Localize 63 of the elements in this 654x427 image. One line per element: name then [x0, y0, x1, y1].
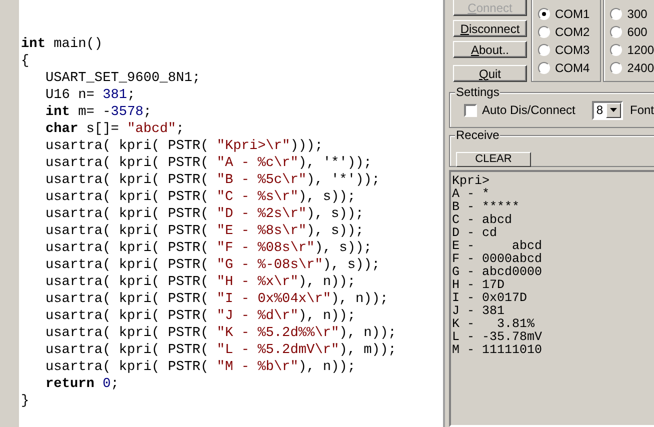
clear-button[interactable]: CLEAR	[456, 152, 531, 166]
output-line: M - 11111010	[452, 344, 544, 357]
radio-button[interactable]	[538, 8, 550, 20]
code-line: usartra( kpri( PSTR( "B - %5c\r"), '*'));	[44, 172, 381, 189]
radio-button[interactable]	[610, 44, 622, 56]
radio-label: COM1	[555, 6, 590, 22]
caret-icon	[610, 108, 617, 112]
code-line: usartra( kpri( PSTR( "Kpri>\r")));	[44, 138, 324, 155]
code-line: int main()	[20, 36, 104, 53]
group-label: Receive	[455, 128, 500, 142]
output-line: A - *	[452, 188, 491, 201]
code-line: {	[20, 53, 30, 70]
code-line: usartra( kpri( PSTR( "K - %5.2d%%\r"), n));	[44, 325, 398, 342]
radio-button[interactable]	[538, 26, 550, 38]
output-line: K - 3.81%	[452, 318, 536, 331]
code-line: usartra( kpri( PSTR( "I - 0x%04x\r"), n));	[44, 291, 390, 308]
output-line: G - abcd0000	[452, 266, 544, 279]
radio-label: COM4	[555, 60, 590, 76]
code-line: usartra( kpri( PSTR( "G - %-08s\r"), s));	[44, 257, 381, 274]
checkbox-label: Auto Dis/Connect	[482, 102, 576, 119]
group-label: Settings	[455, 85, 500, 99]
radio-button[interactable]	[610, 62, 622, 74]
radio-label: 2400	[627, 60, 654, 76]
code-line: usartra( kpri( PSTR( "M - %b\r"), n));	[44, 359, 356, 376]
code-line: usartra( kpri( PSTR( "F - %08s\r"), s));	[44, 240, 373, 257]
button[interactable]: Quit	[453, 65, 527, 82]
output-line: C - abcd	[452, 214, 514, 227]
code-line: int m= -3578;	[44, 104, 153, 121]
code-line: usartra( kpri( PSTR( "C - %s\r"), s));	[44, 189, 356, 206]
button[interactable]: About..	[453, 41, 527, 58]
radio-button[interactable]	[538, 62, 550, 74]
font-size-dropdown[interactable]: 8	[592, 100, 623, 120]
radio-button[interactable]	[610, 26, 622, 38]
radio-label: 600	[627, 24, 648, 40]
output-line: Kpri>	[452, 175, 491, 188]
radio-label: 1200	[627, 42, 654, 58]
radio-label: 300	[627, 6, 648, 22]
checkbox[interactable]	[464, 104, 477, 116]
radio-button[interactable]	[610, 8, 622, 20]
radio-button[interactable]	[538, 44, 550, 56]
code-line: char s[]= "abcd";	[44, 121, 186, 138]
code-line: USART_SET_9600_8N1;	[44, 70, 202, 87]
output-line: F - 0000abcd	[452, 253, 544, 266]
button[interactable]: Disconnect	[453, 20, 527, 37]
radio-label: COM3	[555, 42, 590, 58]
code-line: usartra( kpri( PSTR( "H - %x\r"), n));	[44, 274, 356, 291]
output-line: J - 381	[452, 305, 506, 318]
code-line: usartra( kpri( PSTR( "J - %d\r"), n));	[44, 308, 356, 325]
code-line: U16 n= 381;	[44, 87, 136, 104]
code-line: usartra( kpri( PSTR( "L - %5.2dmV\r"), m));	[44, 342, 398, 359]
output-line: H - 17D	[452, 279, 506, 292]
output-line: D - cd	[452, 227, 498, 240]
output-line: I - 0x017D	[452, 292, 528, 305]
radio-label: COM2	[555, 24, 590, 40]
code-line: usartra( kpri( PSTR( "D - %2s\r"), s));	[44, 206, 365, 223]
code-line: usartra( kpri( PSTR( "E - %8s\r"), s));	[44, 223, 365, 240]
code-line: }	[20, 393, 30, 410]
code-line: return 0;	[44, 376, 120, 393]
output-line: L - -35.78mV	[452, 331, 544, 344]
output-line: B - *****	[452, 201, 521, 214]
output-line: E - abcd	[452, 240, 544, 253]
code-line: usartra( kpri( PSTR( "A - %c\r"), '*'));	[44, 155, 373, 172]
font-label: Font	[630, 102, 654, 119]
